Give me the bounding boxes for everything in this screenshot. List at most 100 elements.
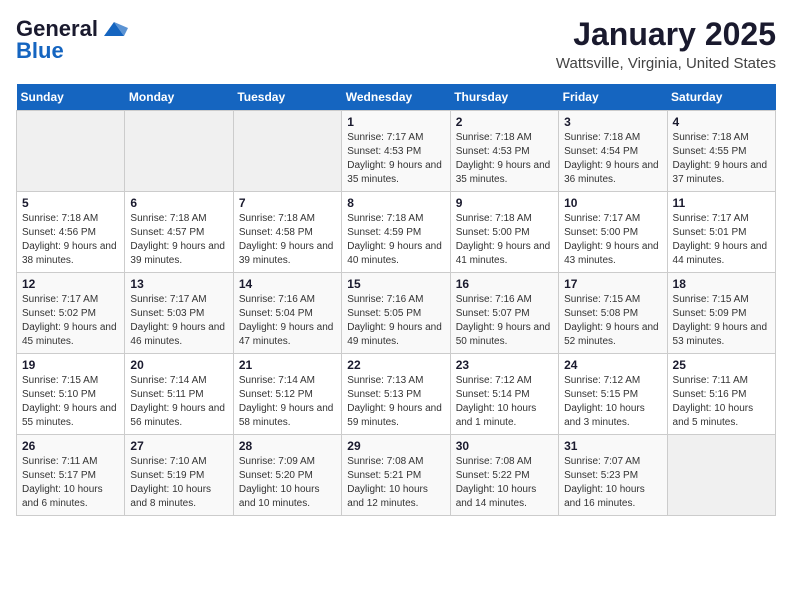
- day-info: Sunrise: 7:17 AM Sunset: 4:53 PM Dayligh…: [347, 131, 444, 187]
- day-info: Sunrise: 7:17 AM Sunset: 5:03 PM Dayligh…: [130, 293, 227, 349]
- day-info: Sunrise: 7:18 AM Sunset: 4:53 PM Dayligh…: [456, 131, 553, 187]
- calendar-cell: 5 Sunrise: 7:18 AM Sunset: 4:56 PM Daylig…: [17, 192, 125, 273]
- day-info: Sunrise: 7:18 AM Sunset: 4:56 PM Dayligh…: [22, 212, 119, 268]
- calendar-cell: 13 Sunrise: 7:17 AM Sunset: 5:03 PM Dayli…: [125, 273, 233, 354]
- weekday-header-tuesday: Tuesday: [233, 84, 341, 111]
- calendar-cell: 11Sunrise: 7:17 AM Sunset: 5:01 PM Dayli…: [667, 192, 775, 273]
- calendar-cell: 19Sunrise: 7:15 AM Sunset: 5:10 PM Dayli…: [17, 354, 125, 435]
- calendar-cell: 24 Sunrise: 7:12 AM Sunset: 5:15 PM Dayli…: [559, 354, 667, 435]
- day-number: 14: [239, 277, 336, 291]
- calendar-cell: 4 Sunrise: 7:18 AM Sunset: 4:55 PM Daylig…: [667, 111, 775, 192]
- calendar-cell: [125, 111, 233, 192]
- calendar-body: 1Sunrise: 7:17 AM Sunset: 4:53 PM Daylig…: [17, 111, 776, 516]
- day-info: Sunrise: 7:18 AM Sunset: 4:57 PM Dayligh…: [130, 212, 227, 268]
- week-row-1: 1Sunrise: 7:17 AM Sunset: 4:53 PM Daylig…: [17, 111, 776, 192]
- title-section: January 2025 Wattsville, Virginia, Unite…: [556, 16, 776, 72]
- day-number: 4: [673, 115, 770, 129]
- day-number: 3: [564, 115, 661, 129]
- calendar-cell: 12Sunrise: 7:17 AM Sunset: 5:02 PM Dayli…: [17, 273, 125, 354]
- calendar-cell: 18 Sunrise: 7:15 AM Sunset: 5:09 PM Dayli…: [667, 273, 775, 354]
- logo-blue-text: Blue: [16, 38, 64, 64]
- day-number: 12: [22, 277, 119, 291]
- day-info: Sunrise: 7:18 AM Sunset: 4:58 PM Dayligh…: [239, 212, 336, 268]
- calendar-cell: 23 Sunrise: 7:12 AM Sunset: 5:14 PM Dayli…: [450, 354, 558, 435]
- calendar-subtitle: Wattsville, Virginia, United States: [556, 55, 776, 72]
- week-row-5: 26 Sunrise: 7:11 AM Sunset: 5:17 PM Dayli…: [17, 435, 776, 516]
- day-number: 28: [239, 439, 336, 453]
- day-info: Sunrise: 7:14 AM Sunset: 5:11 PM Dayligh…: [130, 374, 227, 430]
- calendar-cell: 31 Sunrise: 7:07 AM Sunset: 5:23 PM Dayli…: [559, 435, 667, 516]
- day-info: Sunrise: 7:10 AM Sunset: 5:19 PM Dayligh…: [130, 455, 227, 511]
- day-info: Sunrise: 7:15 AM Sunset: 5:09 PM Dayligh…: [673, 293, 770, 349]
- calendar-cell: 16Sunrise: 7:16 AM Sunset: 5:07 PM Dayli…: [450, 273, 558, 354]
- calendar-cell: [17, 111, 125, 192]
- day-number: 8: [347, 196, 444, 210]
- logo: General Blue: [16, 16, 128, 64]
- day-info: Sunrise: 7:18 AM Sunset: 4:55 PM Dayligh…: [673, 131, 770, 187]
- day-number: 2: [456, 115, 553, 129]
- calendar-cell: 29Sunrise: 7:08 AM Sunset: 5:21 PM Dayli…: [342, 435, 450, 516]
- day-info: Sunrise: 7:16 AM Sunset: 5:05 PM Dayligh…: [347, 293, 444, 349]
- day-number: 7: [239, 196, 336, 210]
- day-info: Sunrise: 7:16 AM Sunset: 5:04 PM Dayligh…: [239, 293, 336, 349]
- day-number: 13: [130, 277, 227, 291]
- calendar-title: January 2025: [556, 16, 776, 53]
- calendar-cell: 21 Sunrise: 7:14 AM Sunset: 5:12 PM Dayli…: [233, 354, 341, 435]
- day-info: Sunrise: 7:17 AM Sunset: 5:00 PM Dayligh…: [564, 212, 661, 268]
- day-number: 24: [564, 358, 661, 372]
- calendar-cell: 27 Sunrise: 7:10 AM Sunset: 5:19 PM Dayli…: [125, 435, 233, 516]
- day-info: Sunrise: 7:11 AM Sunset: 5:16 PM Dayligh…: [673, 374, 770, 430]
- day-info: Sunrise: 7:12 AM Sunset: 5:14 PM Dayligh…: [456, 374, 553, 430]
- day-number: 27: [130, 439, 227, 453]
- day-info: Sunrise: 7:14 AM Sunset: 5:12 PM Dayligh…: [239, 374, 336, 430]
- day-number: 6: [130, 196, 227, 210]
- calendar-cell: 26 Sunrise: 7:11 AM Sunset: 5:17 PM Dayli…: [17, 435, 125, 516]
- calendar-cell: 1Sunrise: 7:17 AM Sunset: 4:53 PM Daylig…: [342, 111, 450, 192]
- weekday-header-wednesday: Wednesday: [342, 84, 450, 111]
- week-row-4: 19Sunrise: 7:15 AM Sunset: 5:10 PM Dayli…: [17, 354, 776, 435]
- day-info: Sunrise: 7:12 AM Sunset: 5:15 PM Dayligh…: [564, 374, 661, 430]
- day-number: 21: [239, 358, 336, 372]
- day-info: Sunrise: 7:07 AM Sunset: 5:23 PM Dayligh…: [564, 455, 661, 511]
- calendar-cell: 28 Sunrise: 7:09 AM Sunset: 5:20 PM Dayli…: [233, 435, 341, 516]
- day-info: Sunrise: 7:15 AM Sunset: 5:10 PM Dayligh…: [22, 374, 119, 430]
- weekday-header-friday: Friday: [559, 84, 667, 111]
- calendar-table: SundayMondayTuesdayWednesdayThursdayFrid…: [16, 84, 776, 516]
- calendar-cell: [233, 111, 341, 192]
- calendar-cell: 15Sunrise: 7:16 AM Sunset: 5:05 PM Dayli…: [342, 273, 450, 354]
- day-number: 18: [673, 277, 770, 291]
- day-info: Sunrise: 7:11 AM Sunset: 5:17 PM Dayligh…: [22, 455, 119, 511]
- day-number: 29: [347, 439, 444, 453]
- day-number: 5: [22, 196, 119, 210]
- weekday-header-saturday: Saturday: [667, 84, 775, 111]
- calendar-cell: 3Sunrise: 7:18 AM Sunset: 4:54 PM Daylig…: [559, 111, 667, 192]
- calendar-cell: 14 Sunrise: 7:16 AM Sunset: 5:04 PM Dayli…: [233, 273, 341, 354]
- page-header: General Blue January 2025 Wattsville, Vi…: [16, 16, 776, 72]
- week-row-3: 12Sunrise: 7:17 AM Sunset: 5:02 PM Dayli…: [17, 273, 776, 354]
- day-number: 22: [347, 358, 444, 372]
- weekday-header-monday: Monday: [125, 84, 233, 111]
- day-info: Sunrise: 7:18 AM Sunset: 5:00 PM Dayligh…: [456, 212, 553, 268]
- week-row-2: 5 Sunrise: 7:18 AM Sunset: 4:56 PM Daylig…: [17, 192, 776, 273]
- day-number: 23: [456, 358, 553, 372]
- day-number: 16: [456, 277, 553, 291]
- day-number: 10: [564, 196, 661, 210]
- calendar-cell: 8 Sunrise: 7:18 AM Sunset: 4:59 PM Daylig…: [342, 192, 450, 273]
- day-number: 20: [130, 358, 227, 372]
- day-info: Sunrise: 7:15 AM Sunset: 5:08 PM Dayligh…: [564, 293, 661, 349]
- calendar-cell: 30Sunrise: 7:08 AM Sunset: 5:22 PM Dayli…: [450, 435, 558, 516]
- day-number: 9: [456, 196, 553, 210]
- day-info: Sunrise: 7:13 AM Sunset: 5:13 PM Dayligh…: [347, 374, 444, 430]
- day-number: 31: [564, 439, 661, 453]
- day-info: Sunrise: 7:17 AM Sunset: 5:01 PM Dayligh…: [673, 212, 770, 268]
- calendar-cell: 17Sunrise: 7:15 AM Sunset: 5:08 PM Dayli…: [559, 273, 667, 354]
- calendar-cell: 7 Sunrise: 7:18 AM Sunset: 4:58 PM Daylig…: [233, 192, 341, 273]
- day-number: 25: [673, 358, 770, 372]
- day-number: 26: [22, 439, 119, 453]
- calendar-cell: 25 Sunrise: 7:11 AM Sunset: 5:16 PM Dayli…: [667, 354, 775, 435]
- weekday-header-sunday: Sunday: [17, 84, 125, 111]
- calendar-cell: 20 Sunrise: 7:14 AM Sunset: 5:11 PM Dayli…: [125, 354, 233, 435]
- day-info: Sunrise: 7:18 AM Sunset: 4:59 PM Dayligh…: [347, 212, 444, 268]
- calendar-cell: 2 Sunrise: 7:18 AM Sunset: 4:53 PM Daylig…: [450, 111, 558, 192]
- day-info: Sunrise: 7:09 AM Sunset: 5:20 PM Dayligh…: [239, 455, 336, 511]
